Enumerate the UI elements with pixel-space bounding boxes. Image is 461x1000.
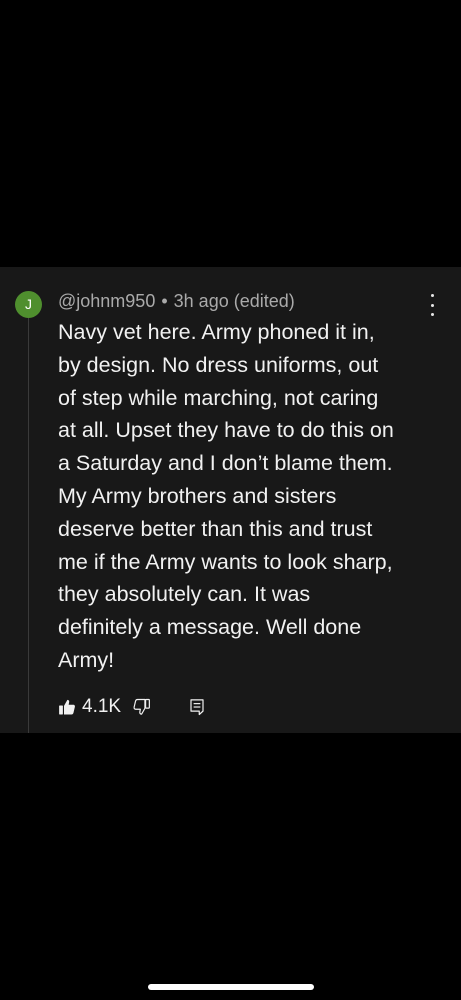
comment-line: definitely a message. Well done [58,615,362,640]
home-indicator[interactable] [148,984,314,990]
more-options-button[interactable] [423,294,441,316]
comment-line: they absolutely can. It was [58,582,311,607]
like-count: 4.1K [82,696,122,717]
comment-line: me if the Army wants to look sharp, [58,549,393,574]
thread-line [28,315,29,733]
comment-line: by design. No dress uniforms, out [58,352,379,377]
like-button[interactable]: 4.1K [58,696,121,718]
comment-actions: 4.1K [58,694,206,720]
avatar[interactable]: J [15,291,42,318]
comment-author[interactable]: @johnm950 [58,291,155,311]
more-vert-icon-dot [430,303,434,307]
thumbs-up-icon [59,699,75,715]
dislike-button[interactable] [133,698,151,716]
reply-button[interactable] [188,698,206,716]
comment-line: at all. Upset they have to do this on [58,418,394,443]
more-vert-icon-dot [430,294,434,297]
reply-icon [190,699,204,716]
more-vert-icon-dot [430,313,434,316]
comment-card: J @johnm950 • 3h ago (edited) Navy vet her… [0,267,461,733]
comment-timestamp: 3h ago (edited) [173,291,295,311]
thumbs-down-icon [133,698,151,715]
comment-line: of step while marching, not caring [58,385,379,410]
comment-line: deserve better than this and trust [58,516,373,541]
comment-line: Army! [58,647,115,672]
comment-line: My Army brothers and sisters [58,483,337,508]
comment-line: a Saturday and I don’t blame them. [58,451,393,476]
comment-meta: @johnm950 • 3h ago (edited) [58,289,295,313]
meta-separator: • [161,291,168,311]
comment-line: Navy vet here. Army phoned it in, [58,320,375,344]
comment-body: Navy vet here. Army phoned it in, by des… [58,316,428,677]
